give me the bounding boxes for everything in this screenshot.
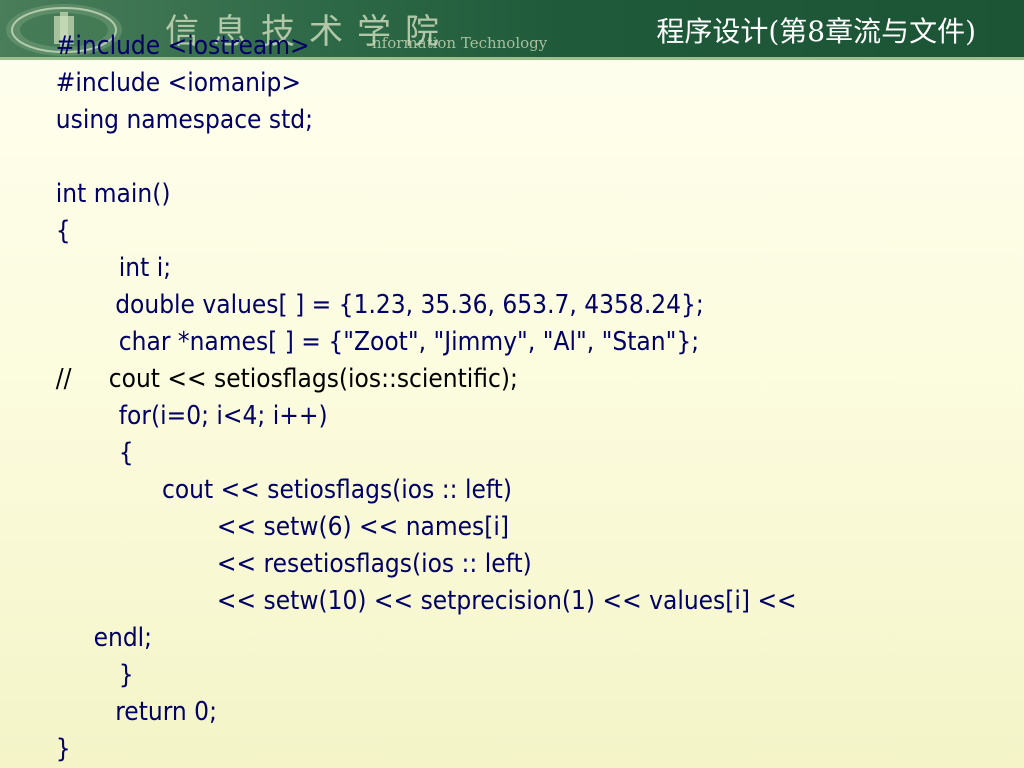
code-line: }	[0, 731, 922, 768]
code-line-text: int main()	[55, 179, 171, 209]
code-line: }	[0, 657, 922, 694]
code-line-text: << resetiosflags(ios :: left)	[216, 549, 532, 579]
code-line: int i;	[0, 250, 922, 287]
code-line: {	[0, 213, 922, 250]
code-line-text: endl;	[93, 623, 153, 653]
code-line: #include <iomanip>	[0, 65, 922, 102]
code-line-text: using namespace std;	[55, 105, 314, 135]
code-line-text: }	[118, 660, 134, 690]
code-line-text: char *names[ ] = {"Zoot", "Jimmy", "Al",…	[118, 327, 700, 357]
code-line-text: int i;	[118, 253, 172, 283]
code-line-text: double values[ ] = {1.23, 35.36, 653.7, …	[115, 290, 704, 320]
code-line-text: for(i=0; i<4; i++)	[118, 401, 328, 431]
code-line: << resetiosflags(ios :: left)	[0, 546, 922, 583]
code-line: cout << setiosflags(ios :: left)	[0, 472, 922, 509]
code-line: // cout << setiosflags(ios::scientific);	[0, 361, 922, 398]
code-line-text: #include <iostream>	[55, 31, 310, 61]
code-line: #include <iostream>	[0, 28, 922, 65]
code-listing: #include <iostream> #include <iomanip> u…	[0, 28, 922, 768]
code-line: return 0;	[0, 694, 922, 731]
code-line: using namespace std;	[0, 102, 922, 139]
code-line-text: << setw(6) << names[i]	[216, 512, 510, 542]
code-line-text: // cout << setiosflags(ios::scientific);	[55, 364, 518, 394]
code-line-text: }	[55, 734, 71, 764]
code-line: << setw(6) << names[i]	[0, 509, 922, 546]
code-line-text: #include <iomanip>	[55, 68, 301, 98]
code-line-text: << setw(10) << setprecision(1) << values…	[216, 586, 797, 616]
code-line: {	[0, 435, 922, 472]
code-line-text: return 0;	[115, 697, 217, 727]
code-line: char *names[ ] = {"Zoot", "Jimmy", "Al",…	[0, 324, 922, 361]
code-line-text: cout << setiosflags(ios :: left)	[162, 475, 512, 505]
code-line: for(i=0; i<4; i++)	[0, 398, 922, 435]
code-line-text: {	[55, 216, 71, 246]
code-line-text: {	[118, 438, 134, 468]
code-line: << setw(10) << setprecision(1) << values…	[0, 583, 922, 620]
code-line: double values[ ] = {1.23, 35.36, 653.7, …	[0, 287, 922, 324]
code-line: endl;	[0, 620, 922, 657]
code-line: int main()	[0, 176, 922, 213]
